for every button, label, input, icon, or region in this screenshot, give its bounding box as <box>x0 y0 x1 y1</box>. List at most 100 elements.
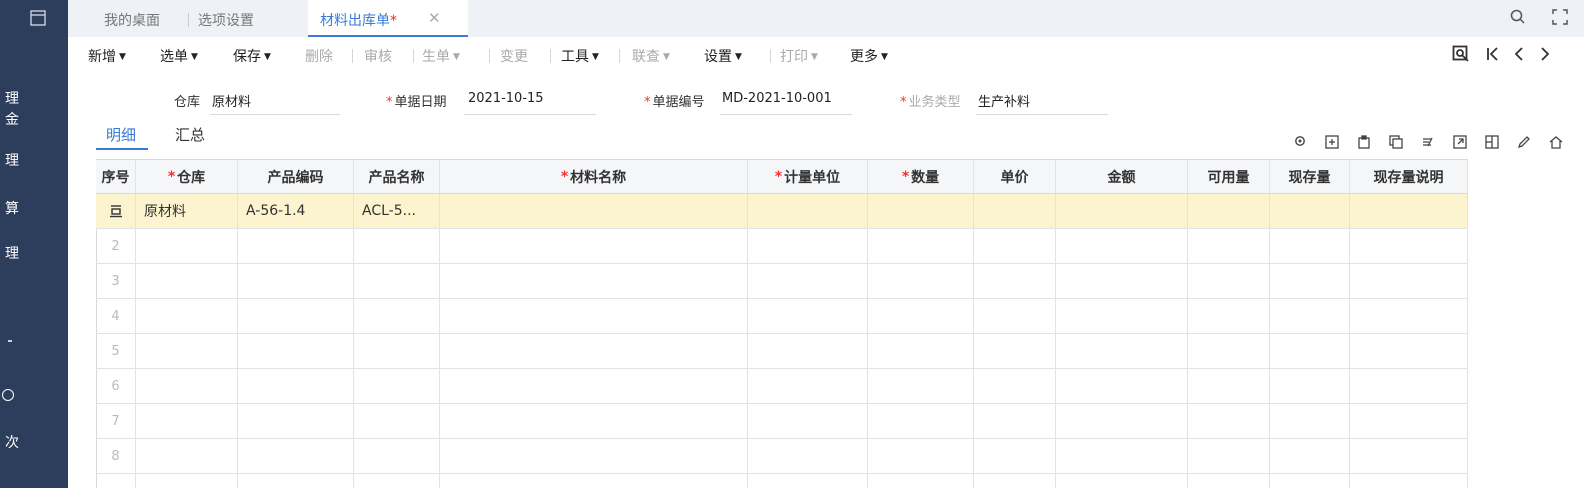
table-cell[interactable] <box>748 369 868 403</box>
table-cell[interactable] <box>1270 264 1350 298</box>
table-cell[interactable] <box>238 439 354 473</box>
row-number-cell[interactable]: 5 <box>96 334 136 368</box>
row-number-cell[interactable]: 4 <box>96 299 136 333</box>
export-icon[interactable] <box>1451 135 1469 153</box>
rail-item-3[interactable]: 理 <box>0 151 24 171</box>
toolbar-6-button[interactable]: 变更 <box>500 46 528 66</box>
table-cell[interactable] <box>748 194 868 228</box>
preview-icon[interactable] <box>1452 45 1470 68</box>
table-cell[interactable] <box>868 474 974 488</box>
columns-icon[interactable] <box>1483 135 1501 153</box>
table-cell[interactable] <box>238 369 354 403</box>
row-number-cell[interactable]: 3 <box>96 264 136 298</box>
table-cell[interactable] <box>1270 229 1350 263</box>
tab-detail[interactable]: 明细 <box>106 124 136 145</box>
table-cell[interactable] <box>974 299 1056 333</box>
table-cell[interactable] <box>1350 264 1468 298</box>
table-cell[interactable] <box>1056 404 1188 438</box>
row-number-cell[interactable]: 8 <box>96 439 136 473</box>
table-cell[interactable] <box>354 229 440 263</box>
table-cell[interactable] <box>748 229 868 263</box>
table-cell[interactable] <box>354 439 440 473</box>
table-cell[interactable] <box>1056 299 1188 333</box>
add-row-icon[interactable] <box>1323 135 1341 153</box>
table-cell[interactable] <box>440 369 748 403</box>
table-cell[interactable] <box>354 264 440 298</box>
toolbar-3-button[interactable]: 删除 <box>305 46 333 66</box>
table-cell[interactable] <box>1056 369 1188 403</box>
column-header[interactable]: 产品编码 <box>238 160 354 193</box>
tab-options[interactable]: 选项设置 <box>198 10 254 30</box>
row-number-cell[interactable]: 2 <box>96 229 136 263</box>
table-cell[interactable] <box>748 404 868 438</box>
fullscreen-icon[interactable] <box>1552 9 1568 29</box>
table-cell[interactable] <box>974 264 1056 298</box>
table-cell[interactable] <box>1270 439 1350 473</box>
table-cell[interactable] <box>440 474 748 488</box>
paste-row-icon[interactable] <box>1355 135 1373 153</box>
toolbar-10-button[interactable]: 打印 ▼ <box>780 46 818 66</box>
home-icon[interactable] <box>1547 135 1565 153</box>
table-cell[interactable] <box>354 334 440 368</box>
table-cell[interactable] <box>238 229 354 263</box>
column-header[interactable]: 序号 <box>96 160 136 193</box>
rail-item-6[interactable]: 次 <box>0 433 24 453</box>
table-cell[interactable] <box>1350 369 1468 403</box>
table-cell[interactable] <box>238 334 354 368</box>
row-number-cell[interactable] <box>96 474 136 488</box>
table-cell[interactable] <box>136 334 238 368</box>
table-cell[interactable] <box>1270 299 1350 333</box>
table-cell[interactable] <box>1188 404 1270 438</box>
table-cell[interactable] <box>868 264 974 298</box>
warehouse-field[interactable]: 原材料 <box>212 91 251 110</box>
table-cell[interactable] <box>1056 194 1188 228</box>
table-cell[interactable] <box>440 299 748 333</box>
table-cell[interactable] <box>1056 334 1188 368</box>
next-record-icon[interactable] <box>1538 45 1552 68</box>
table-cell[interactable]: ACL-5... <box>354 194 440 228</box>
prev-record-icon[interactable] <box>1512 45 1526 68</box>
table-cell[interactable] <box>974 369 1056 403</box>
rail-item-4[interactable]: 算 <box>0 199 24 219</box>
table-cell[interactable] <box>868 229 974 263</box>
column-header[interactable]: * 计量单位 <box>748 160 868 193</box>
locate-icon[interactable] <box>1291 135 1309 153</box>
column-header[interactable]: 产品名称 <box>354 160 440 193</box>
rail-item-2[interactable]: 金 <box>0 110 24 130</box>
table-cell[interactable] <box>1270 194 1350 228</box>
table-cell[interactable] <box>440 334 748 368</box>
table-cell[interactable]: A-56-1.4 <box>238 194 354 228</box>
table-cell[interactable] <box>440 264 748 298</box>
clear-icon[interactable] <box>1419 135 1437 153</box>
rail-item-5[interactable]: 理 <box>0 244 24 264</box>
table-cell[interactable] <box>1350 474 1468 488</box>
biz-type-field[interactable]: 生产补料 <box>978 91 1030 110</box>
table-cell[interactable] <box>1270 404 1350 438</box>
table-cell[interactable] <box>868 299 974 333</box>
doc-no-field[interactable]: MD-2021-10-001 <box>722 91 832 106</box>
table-cell[interactable] <box>1188 439 1270 473</box>
table-cell[interactable] <box>440 194 748 228</box>
table-cell[interactable] <box>1270 334 1350 368</box>
table-cell[interactable] <box>136 404 238 438</box>
row-number-cell[interactable] <box>96 194 136 228</box>
row-number-cell[interactable]: 7 <box>96 404 136 438</box>
table-cell[interactable] <box>1350 439 1468 473</box>
table-cell[interactable] <box>974 229 1056 263</box>
toolbar-4-button[interactable]: 审核 <box>364 46 392 66</box>
doc-date-field[interactable]: 2021-10-15 <box>468 91 544 106</box>
table-cell[interactable] <box>440 229 748 263</box>
column-header[interactable]: 现存量说明 <box>1350 160 1468 193</box>
tab-desktop[interactable]: 我的桌面 <box>104 10 160 30</box>
first-record-icon[interactable] <box>1486 45 1500 68</box>
column-header[interactable]: 单价 <box>974 160 1056 193</box>
column-header[interactable]: * 仓库 <box>136 160 238 193</box>
table-cell[interactable] <box>748 264 868 298</box>
table-cell[interactable] <box>440 404 748 438</box>
table-cell[interactable] <box>1188 334 1270 368</box>
table-cell[interactable] <box>1270 474 1350 488</box>
table-cell[interactable] <box>974 404 1056 438</box>
table-cell[interactable] <box>1188 369 1270 403</box>
table-cell[interactable] <box>868 404 974 438</box>
table-cell[interactable] <box>1056 264 1188 298</box>
